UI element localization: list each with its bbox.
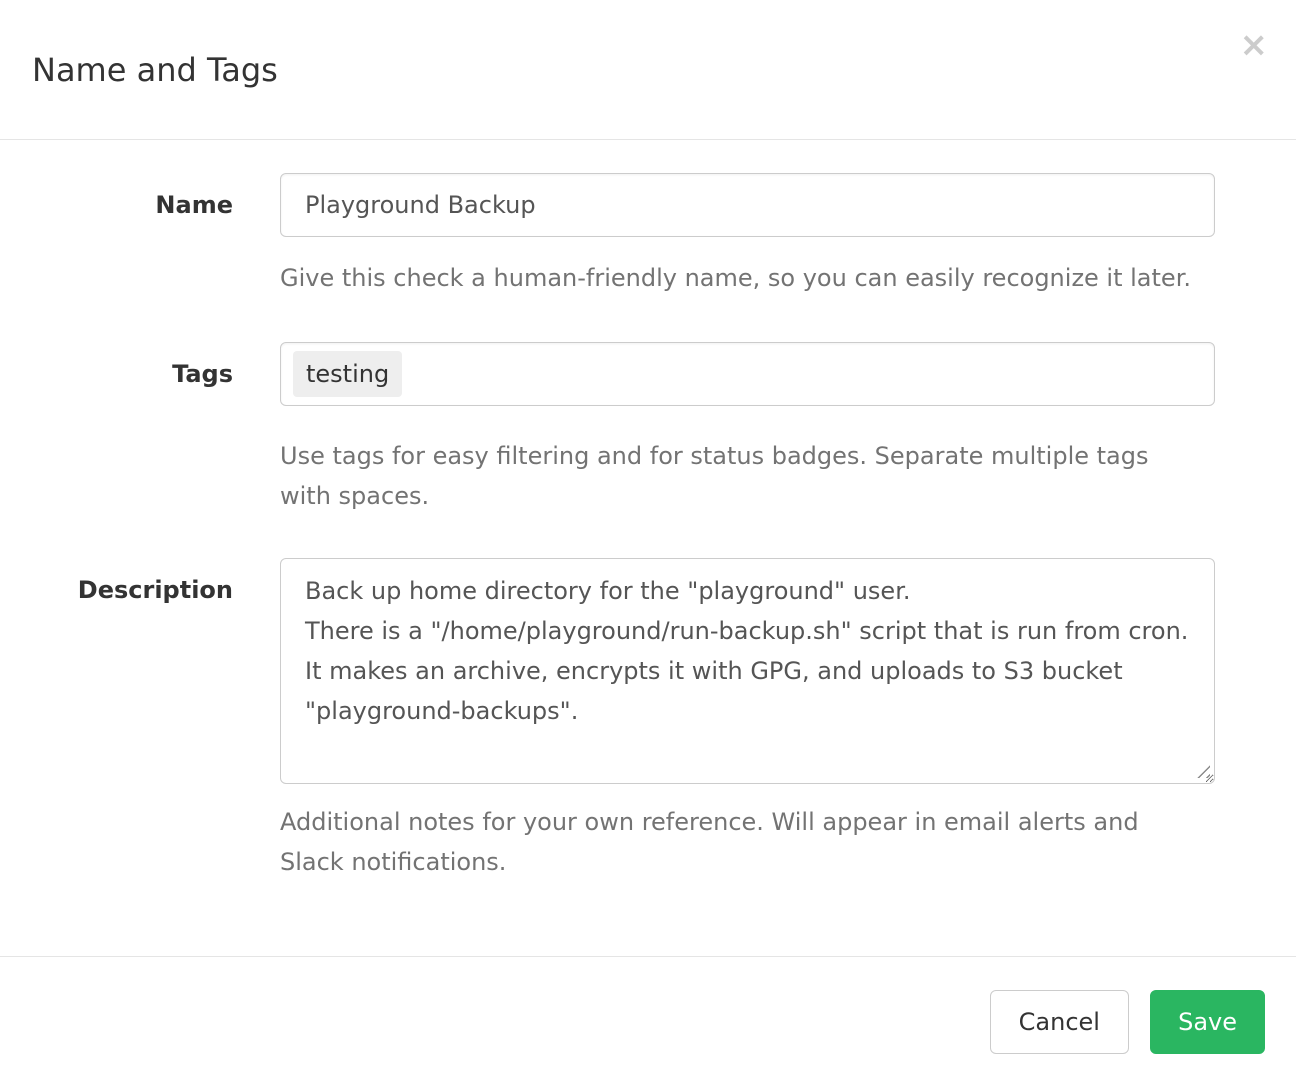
- tags-input[interactable]: testing: [280, 342, 1215, 406]
- description-help-line-1: Additional notes for your own reference.…: [280, 802, 1215, 842]
- modal-body: Name Give this check a human-friendly na…: [0, 140, 1296, 956]
- tags-field-group: Tags testing Use tags for easy filtering…: [0, 342, 1215, 516]
- close-icon[interactable]: ×: [1240, 28, 1269, 62]
- name-field-group: Name Give this check a human-friendly na…: [0, 173, 1215, 298]
- name-help-text: Give this check a human-friendly name, s…: [280, 258, 1215, 298]
- description-textarea-wrap: Back up home directory for the "playgrou…: [280, 558, 1215, 784]
- name-help: Give this check a human-friendly name, s…: [280, 258, 1215, 298]
- tag-token[interactable]: testing: [293, 351, 402, 397]
- name-input[interactable]: [280, 173, 1215, 237]
- cancel-button[interactable]: Cancel: [990, 990, 1129, 1054]
- tags-field-col: testing Use tags for easy filtering and …: [280, 342, 1215, 516]
- tags-label: Tags: [0, 342, 280, 516]
- description-help-line-2: Slack notifications.: [280, 842, 1215, 882]
- tags-help-line-2: with spaces.: [280, 476, 1215, 516]
- description-label: Description: [0, 558, 280, 882]
- modal-header: Name and Tags ×: [0, 0, 1296, 140]
- name-field-col: Give this check a human-friendly name, s…: [280, 173, 1215, 298]
- tags-help: Use tags for easy filtering and for stat…: [280, 436, 1215, 516]
- description-field-group: Description Back up home directory for t…: [0, 558, 1215, 882]
- description-help: Additional notes for your own reference.…: [280, 802, 1215, 882]
- description-field-col: Back up home directory for the "playgrou…: [280, 558, 1215, 882]
- name-label: Name: [0, 173, 280, 298]
- name-and-tags-modal: Name and Tags × Name Give this check a h…: [0, 0, 1296, 1085]
- tags-help-line-1: Use tags for easy filtering and for stat…: [280, 436, 1215, 476]
- description-textarea[interactable]: Back up home directory for the "playgrou…: [280, 558, 1215, 784]
- save-button[interactable]: Save: [1150, 990, 1265, 1054]
- modal-title: Name and Tags: [32, 51, 278, 89]
- modal-footer: Cancel Save: [0, 956, 1296, 1085]
